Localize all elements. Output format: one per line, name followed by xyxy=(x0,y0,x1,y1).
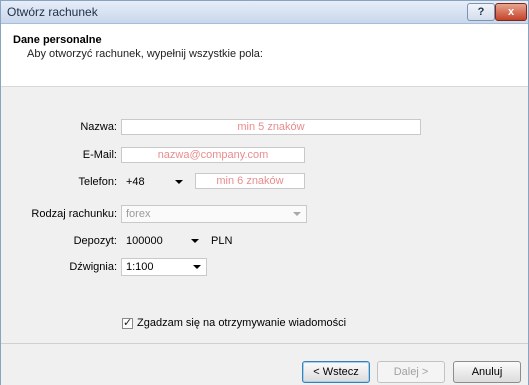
deposit-select[interactable]: 100000 xyxy=(121,232,205,250)
phone-label: Telefon: xyxy=(78,176,117,188)
help-button[interactable]: ? xyxy=(467,3,495,21)
name-label: Nazwa: xyxy=(80,121,117,133)
window-title: Otwórz rachunek xyxy=(7,5,98,19)
cancel-button[interactable]: Anuluj xyxy=(453,361,521,383)
chevron-down-icon xyxy=(293,212,301,216)
leverage-select[interactable]: 1:100 xyxy=(121,258,207,276)
wizard-footer: < Wstecz Dalej > Anuluj xyxy=(1,343,528,385)
consent-checkbox[interactable]: ✓ xyxy=(122,317,133,329)
account-type-value: forex xyxy=(126,208,151,220)
deposit-value: 100000 xyxy=(126,235,163,247)
account-type-select[interactable]: forex xyxy=(121,205,307,223)
chevron-down-icon xyxy=(191,239,199,243)
email-input[interactable]: nazwa@company.com xyxy=(121,147,305,163)
leverage-label: Dźwignia: xyxy=(69,261,117,273)
consent-label: Zgadzam się na otrzymywanie wiadomości xyxy=(137,317,347,329)
deposit-label: Depozyt: xyxy=(73,235,117,247)
back-button[interactable]: < Wstecz xyxy=(302,361,370,383)
section-subtitle: Aby otworzyć rachunek, wypełnij wszystki… xyxy=(27,48,263,60)
checkmark-icon: ✓ xyxy=(123,317,133,329)
chevron-down-icon xyxy=(175,180,183,184)
currency-label: PLN xyxy=(211,235,233,247)
email-label: E-Mail: xyxy=(82,149,117,161)
phone-prefix-select[interactable]: +48 xyxy=(121,173,189,191)
name-input[interactable]: min 5 znaków xyxy=(121,119,421,135)
chevron-down-icon xyxy=(193,265,201,269)
phone-prefix-value: +48 xyxy=(126,176,145,188)
wizard-header: Dane personalne Aby otworzyć rachunek, w… xyxy=(1,24,528,87)
form-area: Nazwa: min 5 znaków E-Mail: nazwa@compan… xyxy=(1,87,528,343)
phone-input[interactable]: min 6 znaków xyxy=(195,173,305,189)
leverage-value: 1:100 xyxy=(126,261,154,273)
close-button[interactable]: x xyxy=(495,3,527,21)
next-button[interactable]: Dalej > xyxy=(377,361,445,383)
account-type-label: Rodzaj rachunku: xyxy=(31,208,117,220)
title-bar: Otwórz rachunek ? x xyxy=(1,1,528,24)
section-title: Dane personalne xyxy=(13,34,102,46)
open-account-dialog: Otwórz rachunek ? x Dane personalne Aby … xyxy=(0,0,529,385)
